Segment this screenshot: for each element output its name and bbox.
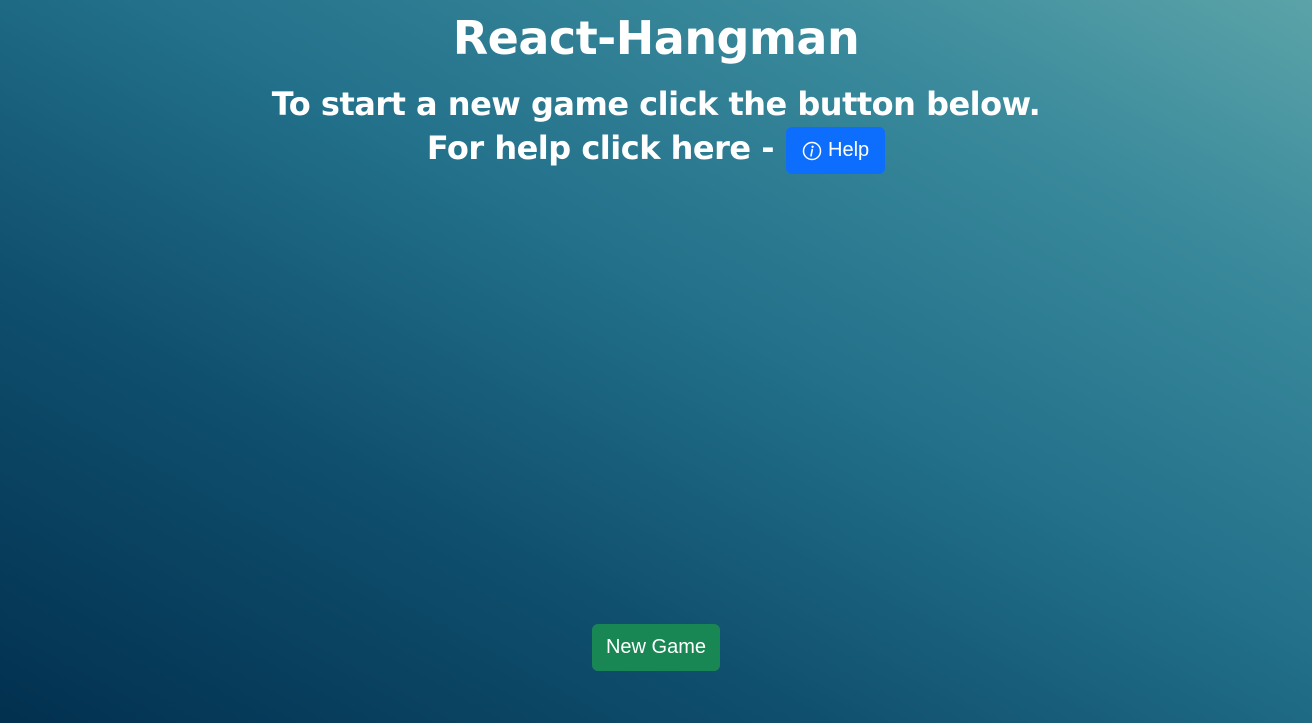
info-circle-icon — [802, 141, 822, 161]
header: React-Hangman To start a new game click … — [0, 0, 1312, 174]
help-prompt-text: For help click here - — [426, 128, 775, 167]
instruction-text: To start a new game click the button bel… — [271, 85, 1041, 123]
new-game-button[interactable]: New Game — [592, 624, 720, 671]
help-line: For help click here - Help — [0, 124, 1312, 174]
help-button[interactable]: Help — [786, 127, 886, 174]
help-button-label: Help — [828, 139, 870, 161]
page-title: React-Hangman — [452, 11, 860, 65]
